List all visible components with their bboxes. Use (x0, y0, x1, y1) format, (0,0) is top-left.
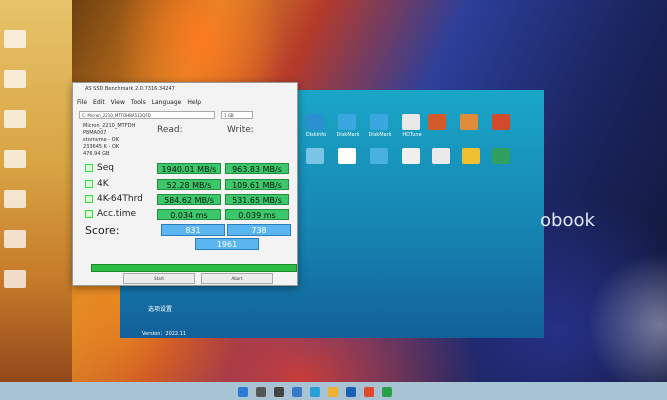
checkbox-icon[interactable] (85, 163, 93, 172)
acc-write: 0.039 ms (225, 209, 289, 220)
4k-write: 109.61 MB/s (225, 179, 289, 190)
tool-icon[interactable] (492, 148, 510, 164)
start-button[interactable]: Start (123, 273, 195, 284)
row-4k64-label: 4K-64Thrd (97, 194, 143, 204)
menu-file[interactable]: File (77, 99, 87, 109)
read-header: Read: (157, 125, 183, 135)
start-icon[interactable] (238, 387, 248, 397)
desktop-icon[interactable] (4, 30, 26, 48)
checkbox-icon[interactable] (85, 179, 93, 188)
score-write: 738 (227, 224, 291, 236)
menu-help[interactable]: Help (187, 99, 201, 109)
score-total: 1961 (195, 238, 259, 250)
tool-icon[interactable] (338, 148, 356, 164)
abort-button[interactable]: Abort (201, 273, 273, 284)
row-4k[interactable]: 4K (85, 179, 109, 189)
row-seq-label: Seq (97, 163, 114, 173)
drive-firmware: P8MA007 (83, 130, 107, 136)
row-acc-label: Acc.time (97, 209, 137, 219)
seq-read: 1940.01 MB/s (157, 163, 221, 174)
tool-icon[interactable] (432, 148, 450, 164)
score-label: Score: (85, 224, 120, 237)
explorer-icon[interactable] (328, 387, 338, 397)
desktop-left-area (0, 0, 72, 400)
tool-icon[interactable] (306, 148, 324, 164)
checkbox-icon[interactable] (85, 194, 93, 203)
row-acc[interactable]: Acc.time (85, 209, 136, 219)
write-header: Write: (227, 125, 254, 135)
row-4k-label: 4K (97, 179, 109, 189)
widgets-icon[interactable] (292, 387, 302, 397)
desktop-label-hdtune: HDTune (402, 132, 422, 138)
progress-bar (91, 264, 297, 272)
search-icon[interactable] (256, 387, 266, 397)
acc-read: 0.034 ms (157, 209, 221, 220)
settings-label[interactable]: 选项设置 (148, 304, 172, 313)
store-icon[interactable] (346, 387, 356, 397)
drive-driver: stornvme - OK (83, 137, 119, 143)
drive-size: 476.94 GB (83, 151, 110, 157)
score-read: 831 (161, 224, 225, 236)
menu-tools[interactable]: Tools (131, 99, 146, 109)
window-title: AS SSD Benchmark 2.0.7316.34247 (85, 86, 175, 92)
desktop-icon[interactable] (4, 110, 26, 128)
desktop-icon[interactable] (4, 70, 26, 88)
size-select[interactable]: 1 GB (221, 111, 253, 119)
4k64-read: 584.62 MB/s (157, 194, 221, 205)
diskmark64-icon[interactable] (338, 114, 356, 130)
drive-select[interactable]: C: Micron_2210_MTFDHBA512QFD (79, 111, 215, 119)
row-seq[interactable]: Seq (85, 163, 114, 173)
hdtune-icon[interactable] (402, 114, 420, 130)
drive-alignment: 233645 K - OK (83, 144, 120, 150)
diskmark32-icon[interactable] (370, 114, 388, 130)
menubar: File Edit View Tools Language Help (77, 99, 201, 109)
version-label: Version：2022.11 (142, 331, 187, 337)
drive-model: Micron_2210_MTFDH (83, 123, 136, 129)
taskview-icon[interactable] (274, 387, 284, 397)
app-icon[interactable] (364, 387, 374, 397)
tool-icon[interactable] (370, 148, 388, 164)
as-ssd-window: AS SSD Benchmark 2.0.7316.34247 File Edi… (72, 82, 298, 286)
tool-icon[interactable] (428, 114, 446, 130)
4k64-write: 531.65 MB/s (225, 194, 289, 205)
edge-icon[interactable] (310, 387, 320, 397)
desktop-icon[interactable] (4, 190, 26, 208)
app-icon[interactable] (382, 387, 392, 397)
menu-view[interactable]: View (111, 99, 125, 109)
desktop-icon[interactable] (4, 150, 26, 168)
seq-write: 963.83 MB/s (225, 163, 289, 174)
tool-icon[interactable] (462, 148, 480, 164)
diskinfo-icon[interactable] (306, 114, 324, 130)
menu-edit[interactable]: Edit (93, 99, 105, 109)
taskbar (0, 382, 667, 400)
4k-read: 52.28 MB/s (157, 179, 221, 190)
desktop-icon[interactable] (4, 270, 26, 288)
tool-icon[interactable] (402, 148, 420, 164)
desktop-icon[interactable] (4, 230, 26, 248)
menu-language[interactable]: Language (152, 99, 182, 109)
row-4k64[interactable]: 4K-64Thrd (85, 194, 143, 204)
brand-text: obook (540, 210, 595, 231)
checkbox-icon[interactable] (85, 209, 93, 218)
tool-icon[interactable] (460, 114, 478, 130)
tool-icon[interactable] (492, 114, 510, 130)
drive-info: Micron_2210_MTFDH P8MA007 stornvme - OK … (83, 123, 153, 163)
